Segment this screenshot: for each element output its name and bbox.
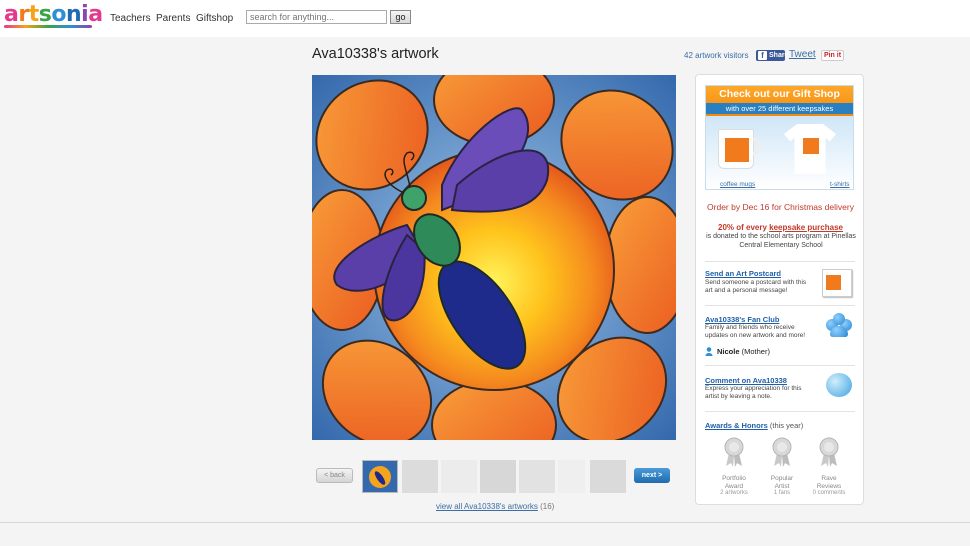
thumbnail-5[interactable] — [519, 460, 555, 493]
comment-link[interactable]: Comment on Ava10338 — [705, 376, 787, 385]
pinterest-pin-button[interactable]: Pin it — [821, 50, 844, 61]
logo-swoosh — [4, 25, 92, 28]
fan-member-relation: (Mother) — [741, 347, 770, 356]
search-go-button[interactable]: go — [390, 10, 411, 24]
next-button[interactable]: next > — [634, 468, 670, 483]
coffee-mug-image[interactable] — [718, 129, 754, 169]
postcard-icon[interactable] — [822, 269, 852, 297]
thumbnail-current[interactable] — [362, 460, 398, 493]
facebook-share-button[interactable]: f Share — [756, 50, 789, 61]
page-bottom-rule — [0, 522, 970, 523]
gift-banner-subtitle: with over 25 different keepsakes — [706, 103, 853, 114]
thumbnail-3[interactable] — [441, 460, 477, 493]
mug-handle — [753, 138, 761, 155]
award-ribbon-icon — [772, 437, 792, 467]
award-portfolio[interactable]: Portfolio Award 2 artworks — [714, 437, 754, 497]
donate-pct: 20% of every — [718, 223, 767, 232]
award-portfolio-count: 2 artworks — [720, 490, 748, 496]
send-postcard-link[interactable]: Send an Art Postcard — [705, 269, 781, 278]
divider — [705, 305, 855, 306]
awards-honors-link[interactable]: Awards & Honors — [705, 421, 768, 430]
postcard-art-thumb — [826, 275, 841, 290]
fan-club-description: Family and friends who receive updates o… — [705, 324, 806, 339]
awards-header: Awards & Honors (this year) — [705, 421, 803, 430]
fan-club-link[interactable]: Ava10338's Fan Club — [705, 315, 779, 324]
mug-artwork-thumb — [725, 138, 749, 162]
award-rave-name1: Rave — [821, 475, 837, 482]
thumbnail-4[interactable] — [480, 460, 516, 493]
back-button[interactable]: < back — [316, 468, 353, 483]
fan-member-name: Nicole — [717, 347, 740, 356]
artwork-image[interactable] — [312, 75, 676, 440]
gift-banner-title: Check out our Gift Shop — [719, 88, 840, 100]
donate-headline: 20% of every keepsake purchase — [696, 223, 865, 232]
award-popular-artist[interactable]: Popular Artist 1 fans — [762, 437, 802, 497]
award-popular-count: 1 fans — [773, 490, 791, 496]
view-all-row: view all Ava10338's artworks (16) — [436, 502, 554, 511]
order-deadline: Order by Dec 16 for Christmas delivery — [707, 202, 854, 212]
nav-parents-link[interactable]: Parents — [156, 13, 190, 24]
search-input[interactable] — [246, 10, 387, 24]
donate-text: is donated to the school arts program at… — [706, 233, 856, 249]
award-portfolio-name2: Award — [724, 482, 744, 490]
postcard-description: Send someone a postcard with this art an… — [705, 279, 807, 294]
nav-giftshop-link[interactable]: Giftshop — [196, 13, 233, 24]
comment-description: Express your appreciation for this artis… — [705, 385, 802, 400]
award-popular-name1: Popular — [770, 475, 794, 482]
visitor-count-link[interactable]: 42 artwork visitors — [684, 51, 748, 60]
sidebar-panel: Check out our Gift Shop with over 25 dif… — [695, 74, 864, 505]
award-rave-name2: Reviews — [816, 482, 842, 490]
top-bar: artsonia Teachers Parents Giftshop go — [0, 0, 970, 37]
award-rave-reviews[interactable]: Rave Reviews 0 comments — [809, 437, 849, 497]
award-popular-name2: Artist — [774, 482, 790, 490]
page-title: Ava10338's artwork — [312, 46, 439, 62]
comment-bubble-icon[interactable] — [826, 373, 852, 397]
thumbnail-art — [363, 461, 397, 492]
tshirts-link[interactable]: t-shirts — [830, 181, 850, 188]
keepsake-purchase-link[interactable]: keepsake purchase — [769, 223, 843, 232]
artwork-count: (16) — [540, 502, 555, 511]
artwork-painting — [312, 75, 676, 440]
view-all-artworks-link[interactable]: view all Ava10338's artworks — [436, 502, 538, 511]
gift-banner-products — [706, 116, 853, 189]
divider — [705, 411, 855, 412]
gift-banner-header: Check out our Gift Shop with over 25 dif… — [706, 86, 853, 116]
nav-teachers-link[interactable]: Teachers — [110, 13, 151, 24]
fan-member[interactable]: Nicole (Mother) — [717, 347, 770, 356]
award-ribbon-icon — [819, 437, 839, 467]
coffee-mugs-link[interactable]: coffee mugs — [720, 181, 755, 188]
thumbnail-6[interactable] — [558, 460, 585, 493]
divider — [705, 365, 855, 366]
thumbnail-7[interactable] — [590, 460, 626, 493]
fan-member-icon — [705, 347, 713, 356]
award-rave-count: 0 comments — [812, 490, 846, 496]
gift-shop-banner[interactable]: Check out our Gift Shop with over 25 dif… — [705, 85, 854, 190]
share-label: Share — [769, 52, 789, 59]
awards-period: (this year) — [769, 421, 804, 430]
award-portfolio-name1: Portfolio — [722, 475, 746, 482]
thumbnail-2[interactable] — [402, 460, 438, 493]
divider — [705, 261, 855, 262]
fan-club-icon[interactable] — [826, 313, 852, 337]
tshirt-artwork-thumb — [803, 138, 819, 154]
facebook-icon: f — [758, 51, 767, 60]
award-ribbon-icon — [724, 437, 744, 467]
tweet-link[interactable]: Tweet — [789, 49, 816, 60]
